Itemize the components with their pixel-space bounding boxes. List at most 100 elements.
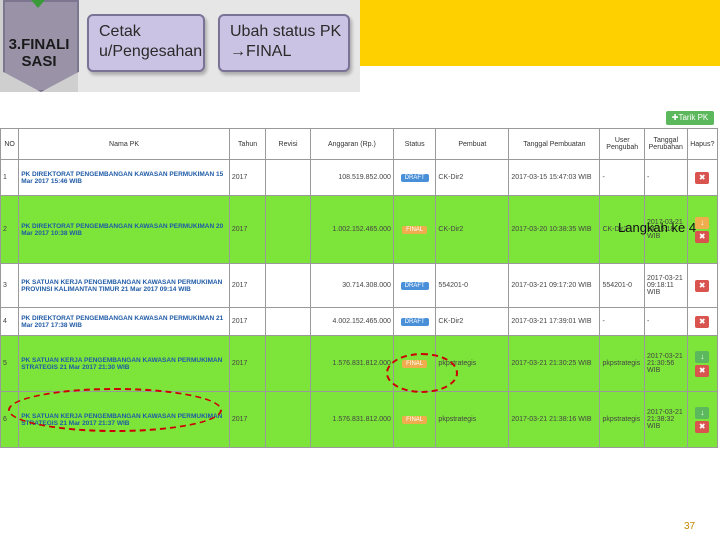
cell-tglubah-text: 2017-03-21 21:30:56 WIB bbox=[647, 353, 683, 374]
cell-no: 4 bbox=[0, 307, 20, 336]
cell-user: 554201-0 bbox=[599, 263, 646, 308]
cell-status: DRAFT bbox=[392, 263, 437, 308]
cell-tanggal-text: 2017-03-21 21:30:25 WIB bbox=[511, 360, 592, 367]
cell-nama-text: PK SATUAN KERJA PENGEMBANGAN KAWASAN PER… bbox=[21, 356, 223, 371]
cell-user-text: pkpstrategis bbox=[602, 360, 641, 367]
cell-user-text: - bbox=[602, 174, 605, 181]
cell-no: 3 bbox=[0, 263, 20, 308]
cell-status: DRAFT bbox=[392, 159, 437, 196]
status-badge: DRAFT bbox=[400, 317, 429, 326]
cell-hapus: ✖ bbox=[686, 159, 719, 196]
cell-pembuat-text: CK-Dir2 bbox=[438, 226, 464, 233]
cell-tglubah-text: 2017-03-21 21:38:32 WIB bbox=[647, 409, 683, 430]
cell-tglubah: 2017-03-21 09:18:11 WIB bbox=[644, 263, 688, 308]
cell-anggaran-text: 1.576.831.812.000 bbox=[332, 416, 391, 423]
cell-no: 2 bbox=[0, 195, 20, 264]
cell-tanggal: 2017-03-21 21:38:16 WIB bbox=[508, 391, 601, 448]
cell-tglubah: 2017-03-21 21:30:56 WIB bbox=[644, 335, 688, 392]
trash-icon[interactable]: ✖ bbox=[695, 230, 710, 243]
cell-no: 5 bbox=[0, 335, 20, 392]
table-row: 3 PK SATUAN KERJA PENGEMBANGAN KAWASAN PE… bbox=[0, 263, 719, 308]
trash-icon[interactable]: ✖ bbox=[695, 364, 710, 377]
status-badge: FINAL bbox=[402, 225, 428, 234]
cell-nama: PK DIREKTORAT PENGEMBANGAN KAWASAN PERMU… bbox=[18, 159, 230, 196]
cell-revisi bbox=[265, 391, 311, 448]
cell-tglubah: - bbox=[644, 307, 688, 336]
cell-anggaran: 1.576.831.812.000 bbox=[309, 391, 394, 448]
cell-anggaran-text: 1.002.152.465.000 bbox=[332, 226, 391, 233]
trash-icon[interactable]: ✖ bbox=[695, 171, 710, 184]
status-badge: DRAFT bbox=[400, 281, 429, 290]
cell-pembuat: pkpstrategis bbox=[435, 391, 510, 448]
cell-tglubah: 2017-03-21 21:38:32 WIB bbox=[644, 391, 688, 448]
cell-user: - bbox=[599, 307, 646, 336]
table-header: NO Nama PK Tahun Revisi Anggaran (Rp.) S… bbox=[0, 128, 719, 160]
action-cetak: Cetak u/Pengesahan bbox=[87, 14, 205, 72]
cell-tanggal: 2017-03-21 17:39:01 WIB bbox=[508, 307, 601, 336]
cell-tanggal: 2017-03-21 21:30:25 WIB bbox=[508, 335, 601, 392]
cell-revisi bbox=[265, 195, 311, 264]
cell-anggaran-text: 1.576.831.812.000 bbox=[332, 360, 391, 367]
table-row: 5 PK SATUAN KERJA PENGEMBANGAN KAWASAN PE… bbox=[0, 335, 719, 392]
cell-anggaran: 1.002.152.465.000 bbox=[309, 195, 394, 264]
cell-nama: PK SATUAN KERJA PENGEMBANGAN KAWASAN PER… bbox=[18, 335, 230, 392]
col-hapus: Hapus? bbox=[686, 128, 719, 160]
cell-pembuat: CK-Dir2 bbox=[435, 307, 510, 336]
cell-no-text: 6 bbox=[3, 416, 7, 423]
cell-tahun-text: 2017 bbox=[231, 360, 248, 367]
cell-status: FINAL bbox=[392, 391, 437, 448]
cell-tahun: 2017 bbox=[228, 335, 267, 392]
cell-user-text: 554201-0 bbox=[602, 282, 633, 289]
col-status: Status bbox=[392, 128, 437, 160]
col-revisi: Revisi bbox=[265, 128, 311, 160]
trash-icon[interactable]: ✖ bbox=[695, 420, 710, 433]
cell-tahun: 2017 bbox=[228, 307, 267, 336]
col-tglubah: Tanggal Perubahan bbox=[644, 128, 688, 160]
trash-icon[interactable]: ✖ bbox=[695, 279, 710, 292]
cell-pembuat-text: CK-Dir2 bbox=[438, 318, 464, 325]
cell-no-text: 1 bbox=[3, 174, 7, 181]
cell-tahun-text: 2017 bbox=[231, 282, 248, 289]
cell-status: DRAFT bbox=[392, 307, 437, 336]
trash-icon[interactable]: ✖ bbox=[695, 315, 710, 328]
cell-nama: PK DIREKTORAT PENGEMBANGAN KAWASAN PERMU… bbox=[18, 307, 230, 336]
cell-status: FINAL bbox=[392, 195, 437, 264]
status-badge: DRAFT bbox=[400, 173, 429, 182]
action-cetak-line1: Cetak bbox=[99, 23, 141, 40]
cell-tanggal: 2017-03-21 09:17:20 WIB bbox=[508, 263, 601, 308]
cell-tahun: 2017 bbox=[228, 195, 267, 264]
cell-nama: PK DIREKTORAT PENGEMBANGAN KAWASAN PERMU… bbox=[18, 195, 230, 264]
cell-tglubah-text: - bbox=[647, 174, 650, 181]
action-ubah-line1: Ubah status PK bbox=[230, 23, 342, 40]
cell-tahun: 2017 bbox=[228, 391, 267, 448]
cell-tanggal-text: 2017-03-20 10:38:35 WIB bbox=[511, 226, 592, 233]
cell-tanggal-text: 2017-03-21 21:38:16 WIB bbox=[511, 416, 592, 423]
download-icon[interactable]: ↓ bbox=[695, 406, 710, 419]
cell-tahun-text: 2017 bbox=[231, 174, 248, 181]
highlight-final-status bbox=[386, 353, 458, 393]
cell-hapus: ✖ bbox=[686, 307, 719, 336]
table-row: 2 PK DIREKTORAT PENGEMBANGAN KAWASAN PERM… bbox=[0, 195, 719, 264]
step-label-line1: 3.FINALI bbox=[8, 36, 70, 53]
cell-no: 6 bbox=[0, 391, 20, 448]
cell-revisi bbox=[265, 263, 311, 308]
cell-tanggal-text: 2017-03-21 17:39:01 WIB bbox=[511, 318, 592, 325]
download-icon[interactable]: ↓ bbox=[695, 216, 710, 229]
cell-tahun: 2017 bbox=[228, 263, 267, 308]
col-anggaran: Anggaran (Rp.) bbox=[309, 128, 394, 160]
cell-tanggal: 2017-03-20 10:38:35 WIB bbox=[508, 195, 601, 264]
yellow-panel bbox=[360, 0, 720, 66]
add-pk-button[interactable]: ✚Tarik PK bbox=[666, 111, 714, 125]
col-tahun: Tahun bbox=[228, 128, 267, 160]
cell-pembuat-text: pkpstrategis bbox=[438, 416, 477, 423]
cell-tahun-text: 2017 bbox=[231, 226, 248, 233]
download-icon[interactable]: ↓ bbox=[695, 350, 710, 363]
cell-anggaran-text: 4.002.152.465.000 bbox=[332, 318, 391, 325]
col-tanggal: Tanggal Pembuatan bbox=[508, 128, 601, 160]
col-nama: Nama PK bbox=[18, 128, 230, 160]
cell-pembuat: 554201-0 bbox=[435, 263, 510, 308]
cell-tanggal: 2017-03-15 15:47:03 WIB bbox=[508, 159, 601, 196]
cell-nama: PK SATUAN KERJA PENGEMBANGAN KAWASAN PER… bbox=[18, 263, 230, 308]
step-label: 3.FINALI SASI bbox=[0, 36, 78, 70]
cell-tglubah-text: - bbox=[647, 318, 650, 325]
